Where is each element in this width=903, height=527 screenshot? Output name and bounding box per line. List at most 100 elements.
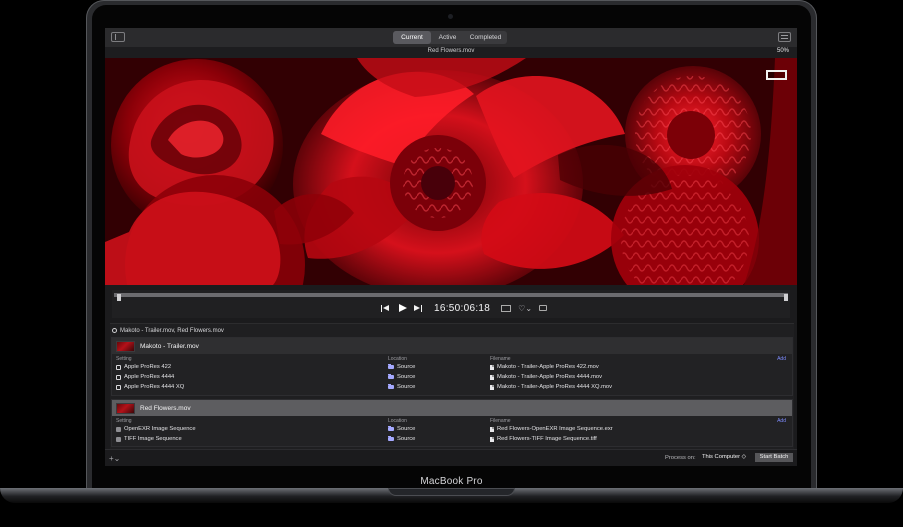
sidebar-toggle-icon[interactable] (111, 32, 125, 42)
play-icon[interactable] (397, 303, 407, 313)
job-card: Red Flowers.mov Setting Location Filenam… (111, 399, 793, 447)
setting-label: OpenEXR Image Sequence (124, 426, 196, 432)
camera-icon (448, 14, 453, 19)
playback-controls: 16:50:06:18 ♡⌄ (112, 290, 790, 318)
location-label: Source (397, 436, 416, 442)
prores-icon (116, 374, 121, 380)
setting-cell: Apple ProRes 422 (116, 364, 171, 370)
filename-cell: Makoto - Trailer-Apple ProRes 422.mov (490, 364, 599, 370)
setting-cell: Apple ProRes 4444 (116, 374, 174, 380)
next-frame-icon[interactable] (413, 304, 422, 313)
location-header: Location (388, 417, 407, 424)
batch-header: Makoto - Trailer.mov, Red Flowers.mov (112, 326, 224, 335)
folder-icon (388, 384, 394, 389)
job-header[interactable]: Makoto - Trailer.mov (112, 338, 792, 354)
inspector-toggle-icon[interactable] (778, 32, 791, 42)
output-row[interactable]: Apple ProRes 422 Source Makoto - Trailer… (112, 363, 792, 373)
process-on-popup[interactable]: This Computer ◇ (702, 454, 746, 460)
job-column-headers: Setting Location Filename Add (112, 354, 792, 363)
batch-list: Makoto - Trailer.mov, Red Flowers.mov Ma… (110, 323, 794, 449)
tab-active[interactable]: Active (431, 31, 464, 44)
add-menu-button[interactable]: +⌄ (109, 454, 120, 463)
filename-header: Filename (490, 417, 511, 424)
marker-icon[interactable]: ♡⌄ (518, 304, 532, 313)
viewer-header: Red Flowers.mov 50% (105, 47, 797, 58)
output-row[interactable]: Apple ProRes 4444 XQ Source Makoto - Tra… (112, 383, 792, 393)
filename-label: Makoto - Trailer-Apple ProRes 422.mov (497, 364, 599, 370)
job-column-headers: Setting Location Filename Add (112, 416, 792, 425)
zoom-menu[interactable]: 50% (777, 48, 789, 54)
output-row[interactable]: TIFF Image Sequence Source Red Flowers-T… (112, 435, 792, 445)
setting-label: TIFF Image Sequence (124, 436, 182, 442)
folder-icon (388, 436, 394, 441)
toolbar: Current Active Completed (105, 28, 797, 48)
filename-cell: Red Flowers-TIFF Image Sequence.tiff (490, 436, 597, 442)
location-label: Source (397, 426, 416, 432)
prores-icon (116, 384, 121, 390)
folder-icon (388, 426, 394, 431)
location-cell: Source (388, 374, 415, 380)
location-label: Source (397, 374, 416, 380)
out-point-handle[interactable] (784, 294, 788, 301)
footer-bar: +⌄ Process on: This Computer ◇ Start Bat… (105, 449, 797, 466)
in-point-handle[interactable] (117, 294, 121, 301)
prores-icon (116, 364, 121, 370)
view-switcher: Current Active Completed (393, 31, 507, 44)
image-sequence-icon (116, 436, 121, 442)
filename-label: Red Flowers-OpenEXR Image Sequence.exr (497, 426, 613, 432)
setting-header: Setting (116, 417, 132, 424)
add-output-button[interactable]: Add (777, 418, 786, 424)
job-thumbnail (116, 402, 135, 414)
captions-icon[interactable] (539, 305, 548, 311)
opening-notch (388, 488, 515, 496)
setting-label: Apple ProRes 4444 XQ (124, 384, 185, 390)
add-output-button[interactable]: Add (777, 356, 786, 362)
filename-header: Filename (490, 355, 511, 362)
output-row[interactable]: Apple ProRes 4444 Source Makoto - Traile… (112, 373, 792, 383)
job-name: Red Flowers.mov (140, 404, 191, 412)
process-on-label: Process on: (665, 455, 696, 461)
document-icon (490, 364, 494, 370)
filename-label: Makoto - Trailer-Apple ProRes 4444.mov (497, 374, 603, 380)
batch-title: Makoto - Trailer.mov, Red Flowers.mov (120, 327, 224, 334)
job-card: Makoto - Trailer.mov Setting Location Fi… (111, 337, 793, 396)
document-icon (490, 436, 494, 442)
job-header-selected[interactable]: Red Flowers.mov (112, 400, 792, 416)
location-cell: Source (388, 384, 415, 390)
filename-cell: Makoto - Trailer-Apple ProRes 4444.mov (490, 374, 602, 380)
folder-icon (388, 374, 394, 379)
crop-rectangle-icon[interactable] (766, 70, 787, 80)
document-icon (490, 374, 494, 380)
output-row[interactable]: OpenEXR Image Sequence Source Red Flower… (112, 425, 792, 435)
red-flowers-image (105, 58, 797, 285)
timecode-display: 16:50:06:18 (434, 302, 491, 314)
location-label: Source (397, 364, 416, 370)
start-batch-button[interactable]: Start Batch (755, 453, 793, 462)
compressor-window: Current Active Completed Red Flowers.mov… (105, 28, 797, 466)
setting-header: Setting (116, 355, 132, 362)
tab-completed[interactable]: Completed (464, 31, 507, 44)
setting-cell: OpenEXR Image Sequence (116, 426, 196, 432)
tab-current[interactable]: Current (393, 31, 431, 44)
document-icon (490, 426, 494, 432)
setting-cell: Apple ProRes 4444 XQ (116, 384, 184, 390)
folder-icon (388, 364, 394, 369)
location-cell: Source (388, 364, 415, 370)
previous-frame-icon[interactable] (381, 304, 390, 313)
transport-controls: 16:50:06:18 ♡⌄ (381, 301, 548, 315)
setting-label: Apple ProRes 4444 (124, 374, 175, 380)
filename-label: Red Flowers-TIFF Image Sequence.tiff (497, 436, 597, 442)
viewer-filename: Red Flowers.mov (427, 48, 475, 54)
video-preview (105, 58, 797, 285)
setting-label: Apple ProRes 422 (124, 364, 172, 370)
document-icon (490, 384, 494, 390)
location-cell: Source (388, 426, 415, 432)
job-thumbnail (116, 340, 135, 352)
timeline-scrubber[interactable] (114, 293, 788, 301)
view-mode-icon[interactable] (501, 304, 512, 312)
setting-cell: TIFF Image Sequence (116, 436, 182, 442)
location-header: Location (388, 355, 407, 362)
filename-label: Makoto - Trailer-Apple ProRes 4444 XQ.mo… (497, 384, 613, 390)
batch-icon (112, 328, 117, 333)
filename-cell: Red Flowers-OpenEXR Image Sequence.exr (490, 426, 613, 432)
